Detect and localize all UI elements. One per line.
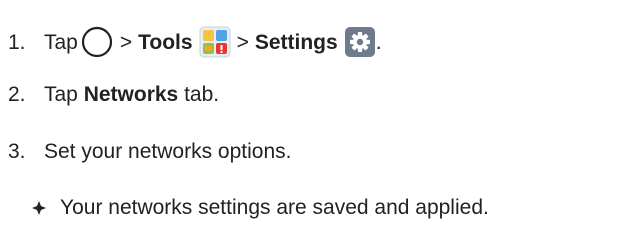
step-tap-text: Tap xyxy=(44,30,78,54)
step-number: 1. xyxy=(8,30,26,54)
step-1: 1. Tap > Tools > Settings . xyxy=(8,25,382,59)
step-prefix: Tap xyxy=(44,83,78,106)
settings-label: Settings xyxy=(254,30,338,54)
home-circle-icon xyxy=(81,26,112,58)
step-number: 3. xyxy=(8,140,26,163)
step-2: 2. Tap Networks tab. xyxy=(8,84,219,105)
result-text: Your networks settings are saved and app… xyxy=(60,196,489,219)
settings-gear-icon xyxy=(344,27,375,57)
step-3: 3. Set your networks options. xyxy=(8,141,291,162)
step-suffix: tab. xyxy=(184,83,220,106)
tools-label: Tools xyxy=(138,30,193,54)
step-text: Set your networks options. xyxy=(44,140,292,163)
result-bullet: Your networks settings are saved and app… xyxy=(32,197,489,218)
separator: > xyxy=(119,30,133,54)
tools-folder-icon xyxy=(199,26,231,58)
diamond-bullet-icon xyxy=(32,200,46,215)
step-end: . xyxy=(375,30,382,54)
separator: > xyxy=(236,30,249,54)
networks-label: Networks xyxy=(83,83,179,106)
step-number: 2. xyxy=(8,83,26,106)
